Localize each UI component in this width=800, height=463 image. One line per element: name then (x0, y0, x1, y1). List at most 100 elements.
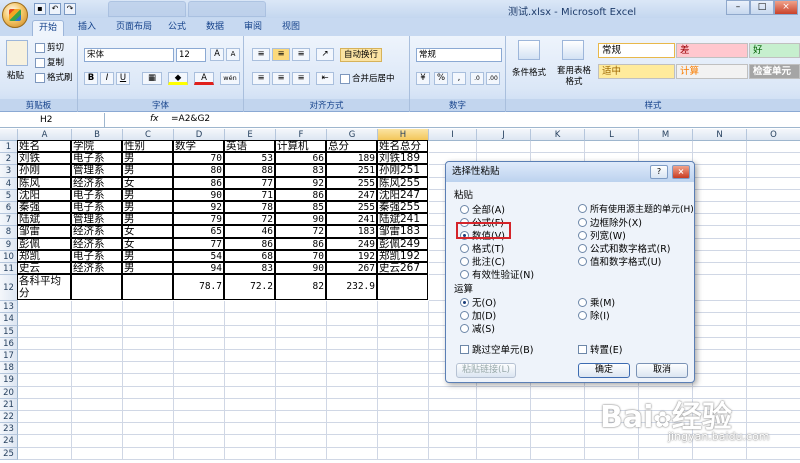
table-cell[interactable]: 电子系 (71, 152, 122, 165)
table-cell[interactable] (693, 275, 747, 302)
table-cell[interactable] (747, 374, 800, 387)
table-cell[interactable]: 70 (275, 249, 326, 262)
table-cell[interactable]: 男 (122, 164, 173, 177)
taskbar-tab[interactable] (108, 1, 186, 17)
table-cell[interactable] (276, 423, 327, 436)
table-cell[interactable] (693, 177, 747, 190)
table-cell[interactable] (477, 141, 531, 154)
operation-add[interactable]: 加(D) (460, 308, 496, 322)
paste-option-formulas-numbers[interactable]: 公式和数字格式(R) (578, 241, 671, 255)
table-cell[interactable] (225, 301, 276, 314)
table-cell[interactable] (747, 398, 800, 411)
row-header[interactable]: 13 (0, 301, 18, 314)
ok-button[interactable]: 确定 (578, 363, 630, 378)
table-cell[interactable] (225, 411, 276, 424)
table-cell[interactable] (531, 398, 585, 411)
paste-option-comments[interactable]: 批注(C) (460, 254, 505, 268)
copy-button[interactable]: 复制 (35, 56, 64, 68)
undo-icon[interactable]: ↶ (49, 3, 61, 15)
font-color-button[interactable]: A (194, 72, 214, 85)
skip-blanks-checkbox[interactable]: 跳过空单元(B) (460, 342, 533, 356)
table-cell[interactable]: 88 (224, 164, 275, 177)
dialog-help-button[interactable]: ? (650, 165, 668, 179)
table-cell[interactable]: 秦强255 (377, 201, 428, 214)
table-cell[interactable] (72, 386, 123, 399)
table-cell[interactable]: 94 (173, 262, 224, 275)
table-cell[interactable]: 267 (326, 262, 377, 275)
table-cell[interactable]: 总分 (326, 140, 377, 153)
table-cell[interactable] (174, 411, 225, 424)
table-cell[interactable] (693, 202, 747, 215)
table-cell[interactable]: 经济系 (71, 237, 122, 250)
table-cell[interactable] (747, 350, 800, 363)
table-cell[interactable] (225, 386, 276, 399)
table-cell[interactable]: 管理系 (71, 164, 122, 177)
table-cell[interactable] (747, 202, 800, 215)
merge-center-button[interactable]: 合并后居中 (340, 72, 395, 84)
table-cell[interactable] (327, 435, 378, 448)
row-header[interactable]: 9 (0, 238, 18, 251)
paste-option-no-borders[interactable]: 边框除外(X) (578, 215, 642, 229)
table-cell[interactable] (18, 350, 72, 363)
table-cell[interactable]: 女 (122, 225, 173, 238)
table-cell[interactable] (174, 337, 225, 350)
table-cell[interactable] (477, 411, 531, 424)
table-cell[interactable]: 77 (173, 237, 224, 250)
table-cell[interactable]: 孙刚 (17, 164, 71, 177)
table-cell[interactable]: 72.2 (224, 274, 275, 301)
table-cell[interactable] (123, 435, 174, 448)
table-cell[interactable]: 数学 (173, 140, 224, 153)
table-cell[interactable] (378, 374, 429, 387)
tab-page-layout[interactable]: 页面布局 (110, 20, 158, 36)
table-cell[interactable] (123, 447, 174, 460)
table-cell[interactable]: 女 (122, 176, 173, 189)
table-cell[interactable] (747, 275, 800, 302)
table-cell[interactable] (378, 447, 429, 460)
table-cell[interactable] (327, 337, 378, 350)
table-cell[interactable] (693, 165, 747, 178)
table-cell[interactable]: 男 (122, 249, 173, 262)
table-cell[interactable]: 性别 (122, 140, 173, 153)
row-header[interactable]: 22 (0, 411, 18, 424)
operation-multiply[interactable]: 乘(M) (578, 295, 615, 309)
table-cell[interactable] (747, 165, 800, 178)
table-cell[interactable]: 249 (326, 237, 377, 250)
fill-color-button[interactable]: ◆ (168, 72, 188, 85)
table-cell[interactable]: 经济系 (71, 176, 122, 189)
table-cell[interactable] (72, 301, 123, 314)
table-cell[interactable] (225, 435, 276, 448)
operation-divide[interactable]: 除(I) (578, 308, 610, 322)
table-cell[interactable] (123, 423, 174, 436)
transpose-checkbox[interactable]: 转置(E) (578, 342, 622, 356)
table-cell[interactable]: 90 (173, 188, 224, 201)
table-cell[interactable] (693, 153, 747, 166)
row-header[interactable]: 12 (0, 275, 18, 302)
row-header[interactable]: 20 (0, 386, 18, 399)
table-cell[interactable] (327, 447, 378, 460)
table-cell[interactable]: 经济系 (71, 262, 122, 275)
conditional-format-icon[interactable] (518, 40, 540, 60)
row-header[interactable]: 6 (0, 202, 18, 215)
table-cell[interactable]: 男 (122, 213, 173, 226)
table-cell[interactable]: 54 (173, 249, 224, 262)
currency-button[interactable]: ¥ (416, 72, 430, 85)
table-cell[interactable] (276, 337, 327, 350)
insert-function-button[interactable]: fx (150, 114, 159, 124)
align-bottom-icon[interactable]: ≡ (292, 48, 310, 61)
table-cell[interactable] (174, 423, 225, 436)
formula-input[interactable]: =A2&G2 (171, 114, 210, 124)
table-cell[interactable]: 251 (326, 164, 377, 177)
close-button[interactable]: × (774, 0, 798, 15)
table-cell[interactable]: 90 (275, 262, 326, 275)
table-cell[interactable] (174, 386, 225, 399)
row-header[interactable]: 2 (0, 153, 18, 166)
tab-review[interactable]: 审阅 (238, 20, 268, 36)
style-calculation[interactable]: 计算 (676, 64, 748, 79)
table-cell[interactable] (71, 274, 122, 301)
table-cell[interactable] (378, 337, 429, 350)
tab-home[interactable]: 开始 (32, 20, 65, 36)
align-top-icon[interactable]: ≡ (252, 48, 270, 61)
table-cell[interactable] (378, 350, 429, 363)
table-cell[interactable]: 英语 (224, 140, 275, 153)
table-cell[interactable]: 79 (173, 213, 224, 226)
